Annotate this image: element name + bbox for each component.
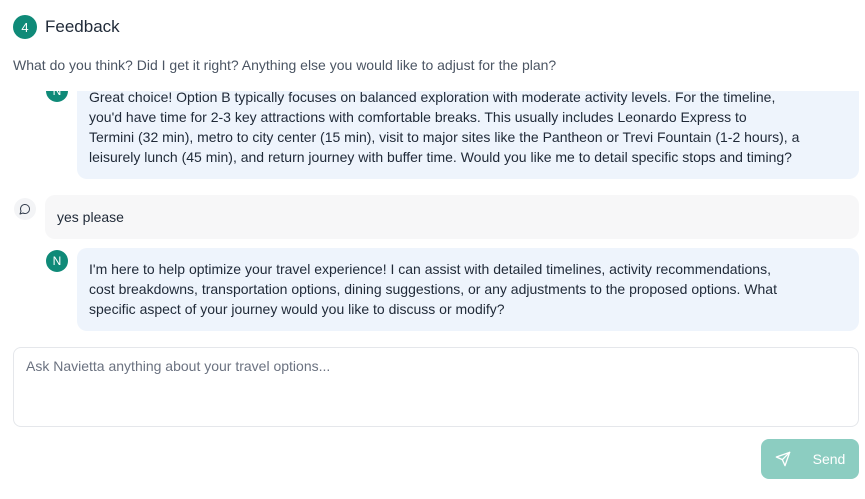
section-title: Feedback [45, 17, 120, 36]
assistant-message: Great choice! Option B typically focuses… [77, 91, 859, 179]
send-button[interactable]: Send [761, 439, 859, 479]
send-icon [775, 451, 791, 467]
message-line: leisurely lunch (45 min), and return jou… [89, 149, 792, 165]
assistant-avatar: N [46, 91, 68, 102]
user-message: yes please [45, 195, 859, 239]
message-input-container [13, 347, 859, 427]
message-line: you'd have time for 2-3 key attractions … [89, 109, 747, 125]
user-avatar [14, 198, 36, 220]
message-line: specific aspect of your journey would yo… [89, 301, 505, 317]
message-input[interactable] [14, 348, 858, 426]
message-line: Termini (32 min), metro to city center (… [89, 129, 800, 145]
assistant-avatar: N [46, 250, 68, 272]
message-line: cost breakdowns, transportation options,… [89, 281, 777, 297]
message-line: I'm here to help optimize your travel ex… [89, 261, 771, 277]
message-text: yes please [57, 209, 124, 225]
section-subtitle: What do you think? Did I get it right? A… [13, 57, 557, 73]
section-header: 4 Feedback [13, 15, 120, 39]
assistant-message: I'm here to help optimize your travel ex… [77, 248, 859, 331]
step-number-badge: 4 [13, 15, 37, 39]
message-line: Great choice! Option B typically focuses… [89, 91, 776, 105]
chat-bubble-icon [19, 203, 31, 215]
send-label: Send [812, 451, 846, 467]
chat-thread[interactable]: N Great choice! Option B typically focus… [0, 91, 865, 332]
